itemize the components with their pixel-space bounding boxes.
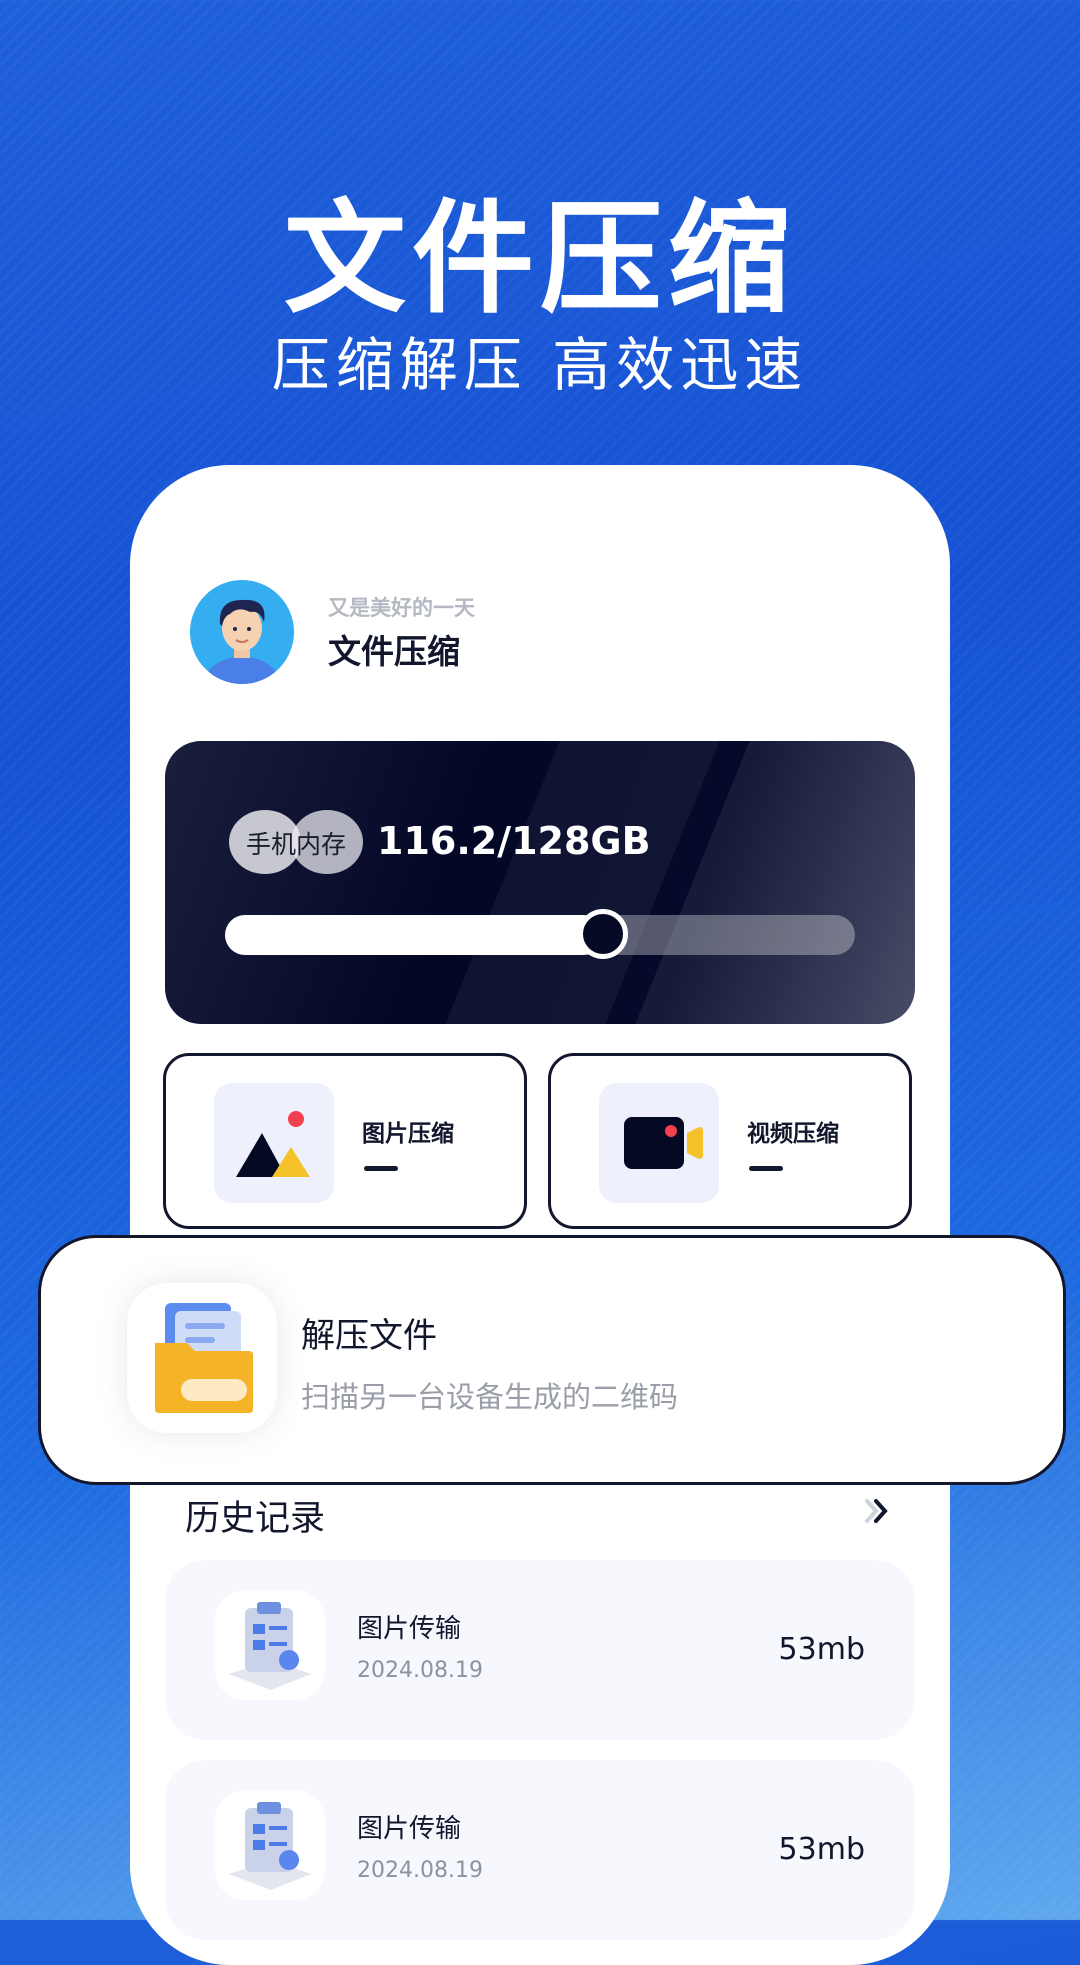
app-name: 文件压缩 — [328, 632, 460, 671]
storage-progress-fill — [225, 915, 603, 955]
greeting-text: 又是美好的一天 — [328, 596, 475, 620]
storage-card: 手机内存 116.2/128GB — [165, 741, 915, 1024]
history-item-name: 图片传输 — [357, 1814, 462, 1844]
unzip-file-card[interactable]: 解压文件 扫描另一台设备生成的二维码 — [38, 1235, 1066, 1485]
video-camera-icon — [599, 1083, 719, 1203]
hero-subtitle: 压缩解压 高效迅速 — [271, 331, 809, 399]
memory-badge: 手机内存 — [229, 810, 363, 874]
history-item-date: 2024.08.19 — [357, 1858, 483, 1883]
clipboard-icon — [215, 1590, 325, 1700]
unzip-description: 扫描另一台设备生成的二维码 — [301, 1380, 679, 1414]
folder-icon — [127, 1283, 277, 1433]
history-item-name: 图片传输 — [357, 1614, 462, 1644]
storage-progress-bar — [225, 909, 855, 959]
video-compress-button[interactable]: 视频压缩 — [548, 1053, 912, 1229]
chevron-right-icon[interactable] — [857, 1491, 897, 1531]
phone-screen: 又是美好的一天 文件压缩 手机内存 116.2/128GB 图片压缩 视频压缩 … — [130, 465, 950, 1965]
video-compress-label: 视频压缩 — [747, 1121, 839, 1147]
image-compress-button[interactable]: 图片压缩 — [163, 1053, 527, 1229]
history-item[interactable]: 图片传输 2024.08.19 53mb — [165, 1560, 915, 1740]
avatar-person-icon — [204, 599, 280, 684]
history-item[interactable]: 图片传输 2024.08.19 53mb — [165, 1760, 915, 1940]
unzip-title: 解压文件 — [301, 1316, 437, 1356]
image-compress-label: 图片压缩 — [362, 1121, 454, 1147]
hero-title: 文件压缩 — [284, 188, 796, 330]
storage-progress-knob[interactable] — [578, 909, 628, 959]
history-item-date: 2024.08.19 — [357, 1658, 483, 1683]
dash-divider — [749, 1166, 783, 1171]
clipboard-icon — [215, 1790, 325, 1900]
dash-divider — [364, 1166, 398, 1171]
image-icon — [214, 1083, 334, 1203]
history-title: 历史记录 — [185, 1499, 326, 1539]
memory-label: 手机内存 — [245, 830, 346, 859]
avatar[interactable] — [190, 580, 294, 684]
history-item-size: 53mb — [778, 1632, 865, 1667]
history-item-size: 53mb — [778, 1832, 865, 1867]
memory-value: 116.2/128GB — [377, 819, 651, 863]
